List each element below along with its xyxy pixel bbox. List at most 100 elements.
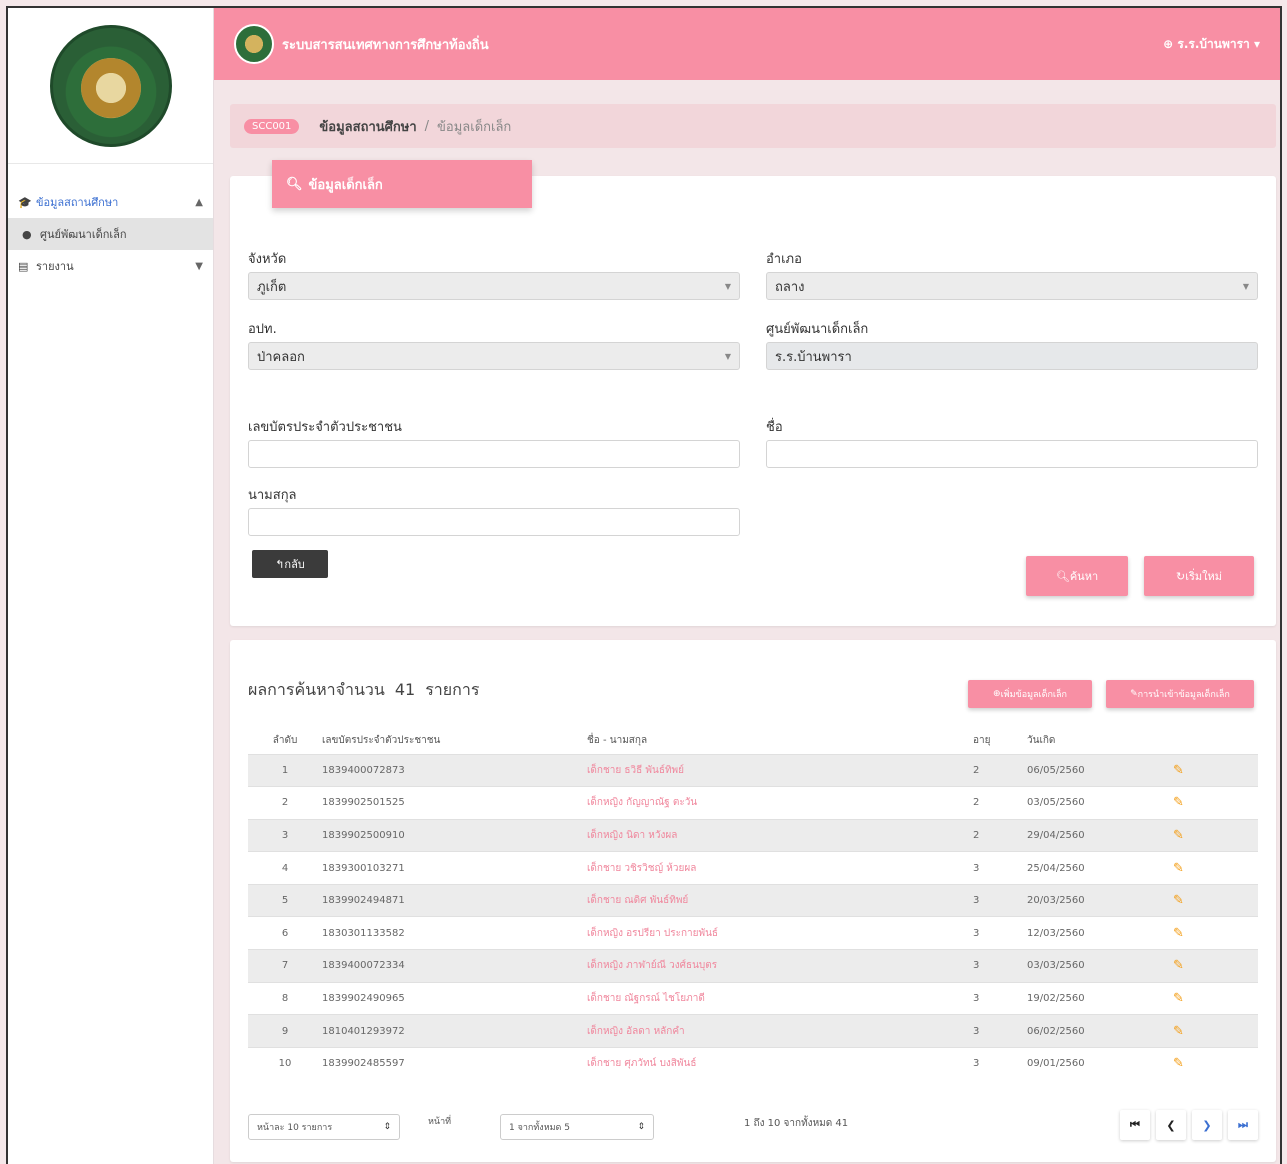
results-count: 41	[394, 680, 416, 699]
results-table: ลำดับ เลขบัตรประจำตัวประชาชน ชื่อ - นามส…	[248, 728, 1258, 1080]
sidebar-item-report[interactable]: ▤ รายงาน ▼	[8, 250, 213, 282]
breadcrumb-item-school-info[interactable]: ข้อมูลสถานศึกษา	[319, 116, 416, 137]
row-id-card: 1839902501525	[318, 786, 583, 820]
plus-circle-icon: ⊕	[993, 689, 1001, 699]
row-number: 8	[248, 981, 318, 1015]
surname-input[interactable]	[248, 508, 740, 536]
edit-pencil-icon[interactable]: ✎	[1169, 786, 1258, 820]
column-header-no: ลำดับ	[272, 735, 298, 747]
row-age: 3	[969, 916, 1023, 950]
per-page-value: หน้าละ 10 รายการ	[257, 1123, 333, 1133]
breadcrumb-item-child-info: ข้อมูลเด็กเล็ก	[437, 119, 512, 135]
row-age: 3	[969, 1046, 1023, 1080]
edit-pencil-icon[interactable]: ✎	[1169, 1046, 1258, 1080]
user-icon: ⊕	[1163, 36, 1178, 51]
row-age: 3	[969, 949, 1023, 983]
row-name-link[interactable]: เด็กหญิง อัลดา หลักคํา	[583, 1014, 969, 1048]
back-button[interactable]: ↰ กลับ	[252, 550, 328, 578]
row-name-link[interactable]: เด็กหญิง นิดา หวังผล	[583, 818, 969, 852]
row-name-link[interactable]: เด็กชาย ธวิธี พันธ์ทิพย์	[583, 753, 969, 787]
column-header-name: ชื่อ - นามสกุล	[587, 735, 648, 747]
last-page-button[interactable]: ⏭	[1228, 1110, 1258, 1140]
center-value: ร.ร.บ้านพารา	[775, 349, 852, 365]
results-title-suffix: รายการ	[425, 680, 480, 699]
edit-pencil-icon[interactable]: ✎	[1169, 949, 1258, 983]
row-id-card: 1810401293972	[318, 1014, 583, 1048]
province-label: จังหวัด	[248, 252, 287, 267]
edit-pencil-icon[interactable]: ✎	[1169, 883, 1258, 917]
lao-label: อปท.	[248, 322, 277, 337]
row-number: 10	[248, 1046, 318, 1080]
graduation-cap-icon: 🎓	[18, 195, 32, 209]
page-select[interactable]: 1 จากทั้งหมด 5 ⇕	[500, 1114, 654, 1140]
row-name-link[interactable]: เด็กชาย วชิรวิชญ์ ห้วยผล	[583, 851, 969, 885]
system-title: ระบบสารสนเทศทางการศึกษาท้องถิ่น	[282, 37, 489, 53]
user-menu[interactable]: ⊕ ร.ร.บ้านพารา ▾	[1163, 35, 1260, 54]
app-frame: 🎓 ข้อมูลสถานศึกษา ▲ ● ศูนย์พัฒนาเด็กเล็ก…	[6, 6, 1282, 1164]
top-bar: ระบบสารสนเทศทางการศึกษาท้องถิ่น ⊕ ร.ร.บ้…	[214, 8, 1280, 80]
reset-button-label: เริ่มใหม่	[1185, 570, 1222, 583]
row-number: 3	[248, 818, 318, 852]
row-dob: 25/04/2560	[1023, 851, 1169, 885]
import-child-button[interactable]: ✎ การนำเข้าข้อมูลเด็กเล็ก	[1106, 680, 1254, 708]
province-value: ภูเก็ต	[257, 279, 287, 295]
table-row: 9 1810401293972 เด็กหญิง อัลดา หลักคํา 3 06/…	[248, 1014, 1258, 1048]
row-name-link[interactable]: เด็กชาย ณดิศ พันธ์ทิพย์	[583, 883, 969, 917]
chevron-up-icon: ▲	[195, 196, 203, 208]
search-card: 🔍︎ ข้อมูลเด็กเล็ก จังหวัด ภูเก็ต ▼ อำเภอ…	[230, 160, 1276, 626]
pencil-icon: ✎	[1130, 689, 1138, 699]
id-card-input[interactable]	[248, 440, 740, 468]
table-row: 3 1839902500910 เด็กหญิง นิดา หวังผล 2 29/04…	[248, 818, 1258, 852]
edit-pencil-icon[interactable]: ✎	[1169, 981, 1258, 1015]
row-name-link[interactable]: เด็กชาย ศุภวัทน์ บงสิพันธ์	[583, 1046, 969, 1080]
page-code-badge: SCC001	[244, 118, 300, 134]
last-page-icon: ⏭	[1238, 1118, 1248, 1131]
row-name-link[interactable]: เด็กชาย ณัฐกรณ์ ไชโยภาดี	[583, 981, 969, 1015]
add-child-button[interactable]: ⊕ เพิ่มข้อมูลเด็กเล็ก	[968, 680, 1092, 708]
district-label: อำเภอ	[766, 252, 802, 267]
reset-button[interactable]: ↻ เริ่มใหม่	[1144, 556, 1254, 596]
edit-pencil-icon[interactable]: ✎	[1169, 1014, 1258, 1048]
edit-pencil-icon[interactable]: ✎	[1169, 753, 1258, 787]
prev-page-button[interactable]: ❮	[1156, 1110, 1186, 1140]
results-card: ผลการค้นหาจำนวน 41 รายการ ⊕ เพิ่มข้อมูลเด็…	[230, 640, 1276, 1162]
search-button[interactable]: 🔍︎ ค้นหา	[1026, 556, 1128, 596]
first-name-input[interactable]	[766, 440, 1258, 468]
row-number: 7	[248, 949, 318, 983]
search-button-label: ค้นหา	[1069, 570, 1099, 583]
row-id-card: 1839300103271	[318, 851, 583, 885]
row-name-link[interactable]: เด็กหญิง ภาฬาย์ณี วงศ์ธนบุตร	[583, 949, 969, 983]
undo-icon: ↰	[275, 557, 285, 571]
row-name-link[interactable]: เด็กหญิง กัญญาณัฐ ตะวัน	[583, 786, 969, 820]
lao-select[interactable]: ป่าคลอก ▼	[248, 342, 740, 370]
results-title-prefix: ผลการค้นหาจำนวน	[248, 680, 385, 699]
user-name: ร.ร.บ้านพารา	[1177, 36, 1250, 51]
logo-area	[8, 8, 213, 164]
search-card-title: ข้อมูลเด็กเล็ก	[308, 177, 383, 193]
per-page-select[interactable]: หน้าละ 10 รายการ ⇕	[248, 1114, 400, 1140]
row-age: 3	[969, 981, 1023, 1015]
row-number: 5	[248, 883, 318, 917]
province-select[interactable]: ภูเก็ต ▼	[248, 272, 740, 300]
first-page-button[interactable]: ⏮	[1120, 1110, 1150, 1140]
table-row: 2 1839902501525 เด็กหญิง กัญญาณัฐ ตะวัน 2 03…	[248, 786, 1258, 820]
center-field: ร.ร.บ้านพารา	[766, 342, 1258, 370]
edit-pencil-icon[interactable]: ✎	[1169, 818, 1258, 852]
row-dob: 06/05/2560	[1023, 753, 1169, 787]
back-button-label: กลับ	[284, 558, 305, 571]
row-dob: 03/05/2560	[1023, 786, 1169, 820]
select-arrow-icon: ▼	[724, 281, 731, 291]
breadcrumb-separator: /	[424, 118, 430, 134]
row-age: 3	[969, 1014, 1023, 1048]
row-age: 3	[969, 851, 1023, 885]
sidebar-item-school-info[interactable]: 🎓 ข้อมูลสถานศึกษา ▲	[8, 186, 213, 218]
row-name-link[interactable]: เด็กหญิง อรปรียา ประกายพันธ์	[583, 916, 969, 950]
edit-pencil-icon[interactable]: ✎	[1169, 916, 1258, 950]
page-summary: 1 ถึง 10 จากทั้งหมด 41	[744, 1118, 849, 1129]
edit-pencil-icon[interactable]: ✎	[1169, 851, 1258, 885]
sidebar-item-child-center[interactable]: ● ศูนย์พัฒนาเด็กเล็ก	[8, 218, 213, 250]
document-icon: ▤	[18, 259, 29, 273]
district-select[interactable]: ถลาง ▼	[766, 272, 1258, 300]
next-page-button[interactable]: ❯	[1192, 1110, 1222, 1140]
row-dob: 29/04/2560	[1023, 818, 1169, 852]
